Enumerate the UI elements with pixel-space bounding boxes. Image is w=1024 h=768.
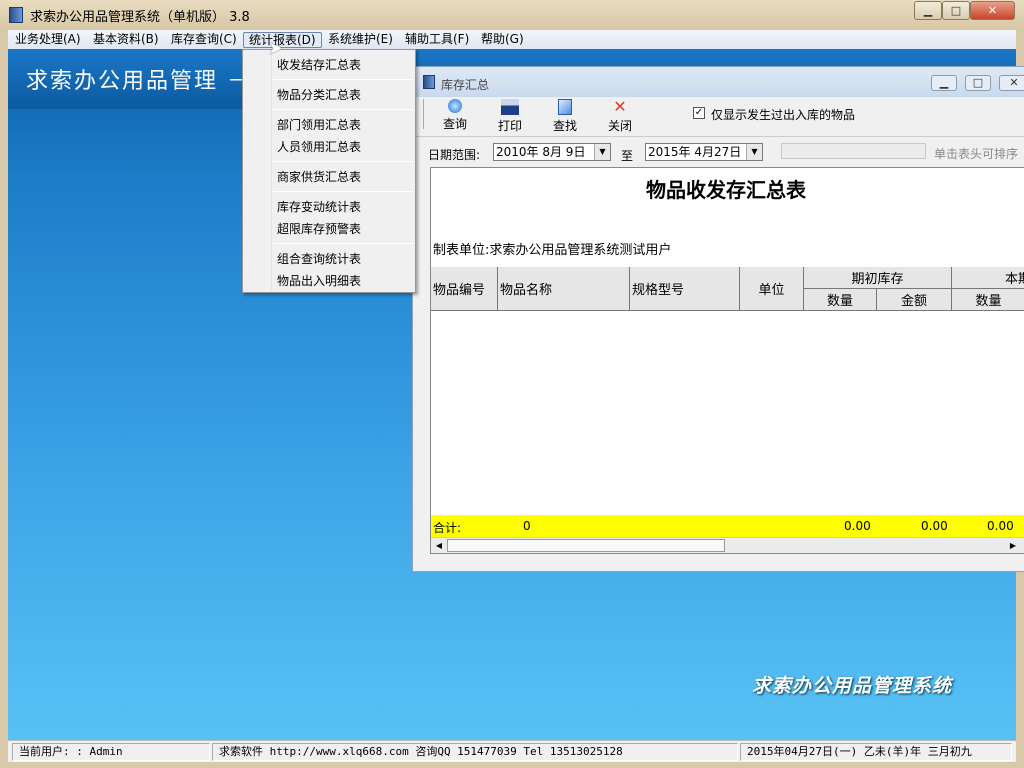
- progress-bar: [781, 143, 926, 159]
- header-spec[interactable]: 规格型号: [630, 267, 740, 311]
- close-button[interactable]: ✕: [970, 1, 1015, 20]
- date-from-picker[interactable]: 2010年 8月 9日 ▼: [493, 143, 611, 161]
- child-minimize-button[interactable]: ▁: [931, 75, 957, 91]
- toolbar-divider: [423, 99, 424, 129]
- date-to-picker[interactable]: 2015年 4月27日 ▼: [645, 143, 763, 161]
- menu-separator: [273, 79, 413, 80]
- header-name[interactable]: 物品名称: [498, 267, 630, 311]
- menu-help[interactable]: 帮助(G): [476, 32, 529, 48]
- report-unit: 制表单位:求索办公用品管理系统测试用户: [433, 243, 672, 258]
- menu-item-combined-query[interactable]: 组合查询统计表: [277, 250, 361, 267]
- menu-item-inout-detail[interactable]: 物品出入明细表: [277, 272, 361, 289]
- menu-item-inout-summary[interactable]: 收发结存汇总表: [277, 56, 361, 73]
- dropdown-arrow-icon[interactable]: ▼: [746, 144, 762, 160]
- stock-summary-window: 库存汇总 ▁ □ ✕ 查询 打印 查找 ✕ 关闭 ✓ 仅显示发生过出入库的物品 日…: [412, 66, 1024, 572]
- date-from-value: 2010年 8月 9日: [496, 145, 586, 159]
- print-button[interactable]: 打印: [486, 99, 534, 134]
- status-bar: 当前用户: : Admin 求索软件 http://www.xlq668.com…: [8, 740, 1016, 762]
- menu-item-dept-usage[interactable]: 部门领用汇总表: [277, 116, 361, 133]
- mouse-cursor-icon: ➤: [268, 38, 284, 59]
- scroll-right-icon[interactable]: ▶: [1005, 538, 1021, 553]
- menu-separator: [273, 109, 413, 110]
- query-label: 查询: [442, 117, 467, 131]
- find-icon: [558, 99, 572, 115]
- header-opening[interactable]: 期初库存: [804, 267, 952, 289]
- header-opening-qty[interactable]: 数量: [804, 289, 877, 311]
- date-to-value: 2015年 4月27日: [648, 145, 742, 159]
- totals-current-qty: 0.00: [987, 519, 1014, 533]
- scroll-left-icon[interactable]: ◀: [431, 538, 447, 553]
- totals-label: 合计:: [433, 521, 462, 535]
- menu-item-category-summary[interactable]: 物品分类汇总表: [277, 86, 361, 103]
- dropdown-arrow-icon[interactable]: ▼: [594, 144, 610, 160]
- print-label: 打印: [497, 119, 522, 133]
- menu-basic-data[interactable]: 基本资料(B): [88, 32, 164, 48]
- separator: [413, 136, 1024, 137]
- header-opening-amount[interactable]: 金额: [877, 289, 952, 311]
- menu-tools[interactable]: 辅助工具(F): [400, 32, 474, 48]
- totals-row: 合计: 0 0.00 0.00 0.00: [431, 515, 1024, 537]
- status-user: 当前用户: : Admin: [12, 743, 210, 761]
- menu-gutter: [271, 52, 272, 290]
- logo-text: 求索办公用品管理系统: [751, 675, 952, 697]
- printer-icon: [501, 99, 519, 115]
- menu-item-overlimit-warning[interactable]: 超限库存预警表: [277, 220, 361, 237]
- header-unit[interactable]: 单位: [740, 267, 804, 311]
- totals-opening-amount: 0.00: [921, 519, 948, 533]
- reports-dropdown-menu: 收发结存汇总表 物品分类汇总表 部门领用汇总表 人员领用汇总表 商家供货汇总表 …: [242, 49, 416, 293]
- date-range-label: 日期范围:: [428, 148, 481, 162]
- maximize-button[interactable]: □: [942, 1, 970, 20]
- to-label: 至: [621, 149, 634, 163]
- magnifier-icon: [448, 99, 462, 113]
- menu-item-stock-change[interactable]: 库存变动统计表: [277, 198, 361, 215]
- menu-item-person-usage[interactable]: 人员领用汇总表: [277, 138, 361, 155]
- header-current-qty[interactable]: 数量: [952, 289, 1024, 311]
- minimize-button[interactable]: ▁: [914, 1, 942, 20]
- child-close-button[interactable]: ✕: [999, 75, 1024, 91]
- menu-separator: [273, 191, 413, 192]
- menu-item-supplier-summary[interactable]: 商家供货汇总表: [277, 168, 361, 185]
- child-title: 库存汇总: [441, 78, 490, 92]
- title-bar: 求索办公用品管理系统（单机版） 3.8 ▁ □ ✕: [0, 0, 1024, 30]
- totals-count: 0: [523, 519, 531, 533]
- close-tool-button[interactable]: ✕ 关闭: [596, 99, 644, 134]
- show-moved-checkbox[interactable]: ✓: [693, 107, 705, 119]
- window-icon: [423, 75, 435, 89]
- header-current[interactable]: 本期: [952, 267, 1024, 289]
- window-title: 求索办公用品管理系统（单机版） 3.8: [30, 10, 250, 25]
- status-date: 2015年04月27日(一) 乙未(羊)年 三月初九: [740, 743, 1012, 761]
- menu-separator: [273, 243, 413, 244]
- red-x-icon: ✕: [613, 97, 627, 116]
- close-label: 关闭: [607, 119, 632, 133]
- menu-business[interactable]: 业务处理(A): [10, 32, 86, 48]
- find-button[interactable]: 查找: [541, 99, 589, 134]
- query-button[interactable]: 查询: [431, 99, 479, 132]
- find-label: 查找: [552, 119, 577, 133]
- child-maximize-button[interactable]: □: [965, 75, 991, 91]
- checkbox-label: 仅显示发生过出入库的物品: [711, 108, 856, 122]
- report-grid: 物品收发存汇总表 制表单位:求索办公用品管理系统测试用户 物品编号 物品名称 规…: [430, 167, 1024, 554]
- totals-opening-qty: 0.00: [844, 519, 871, 533]
- banner-title: 求索办公用品管理 －: [26, 69, 251, 94]
- menu-system[interactable]: 系统维护(E): [323, 32, 398, 48]
- menu-separator: [273, 161, 413, 162]
- scroll-thumb[interactable]: [447, 539, 725, 552]
- menu-stock-query[interactable]: 库存查询(C): [166, 32, 242, 48]
- menu-bar: 业务处理(A) 基本资料(B) 库存查询(C) 统计报表(D) 系统维护(E) …: [8, 30, 1016, 49]
- horizontal-scrollbar[interactable]: ◀ ▶: [431, 537, 1024, 553]
- child-title-bar: 库存汇总 ▁ □ ✕: [413, 67, 1024, 97]
- report-title: 物品收发存汇总表: [646, 178, 806, 202]
- sort-hint: 单击表头可排序: [934, 147, 1019, 161]
- app-icon: [9, 7, 23, 23]
- header-code[interactable]: 物品编号: [431, 267, 498, 311]
- status-company: 求索软件 http://www.xlq668.com 咨询QQ 15147703…: [212, 743, 738, 761]
